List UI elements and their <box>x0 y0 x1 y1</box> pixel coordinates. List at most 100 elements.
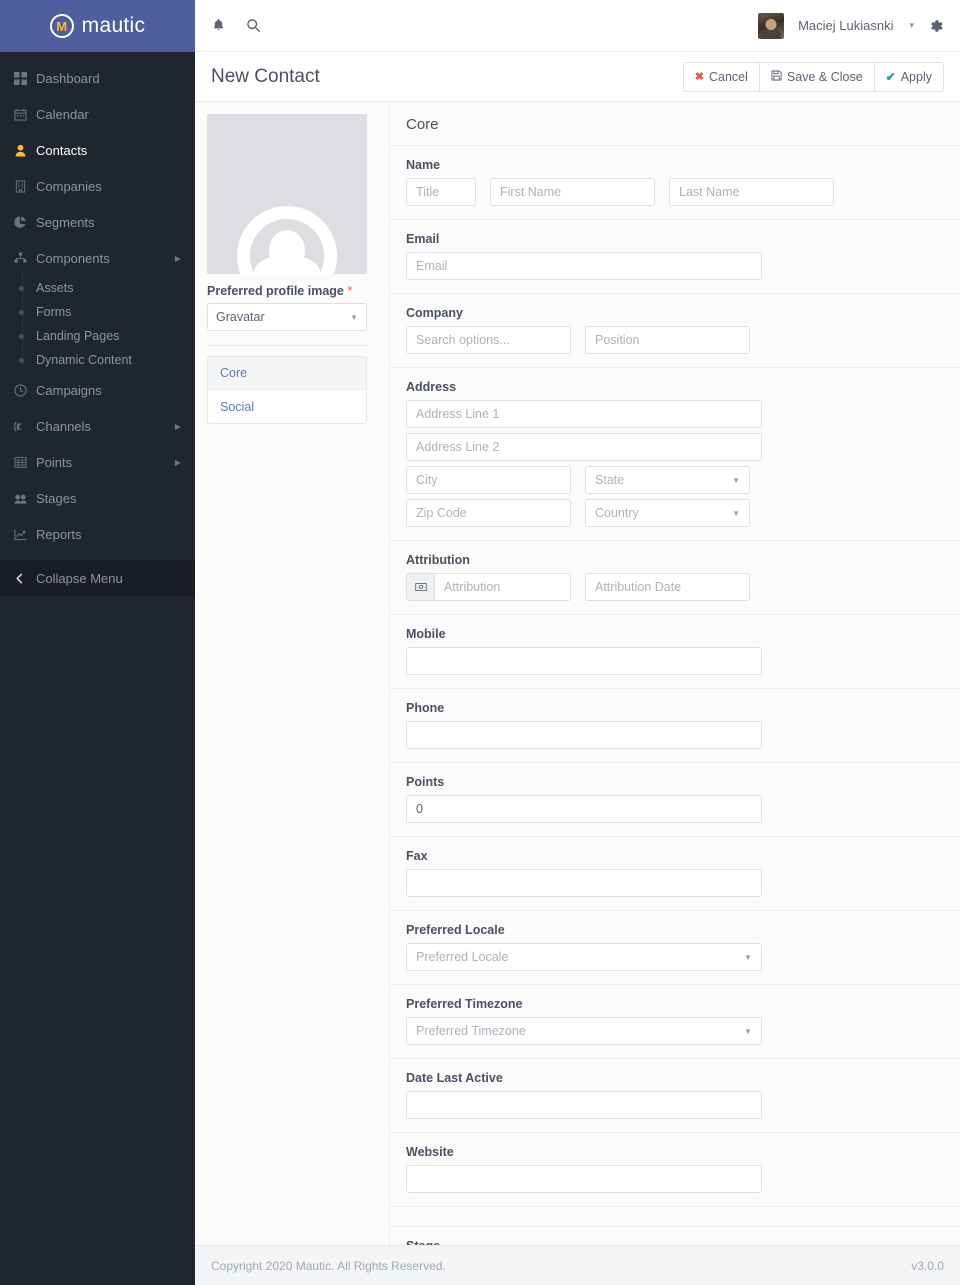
zip-country-row: Country ▼ <box>406 499 944 527</box>
sidebar-subitem-dynamic-content[interactable]: Dynamic Content <box>0 348 195 372</box>
topbar-user-menu[interactable]: Maciej Lukiasnki ▾ <box>758 12 944 39</box>
chevron-right-icon: ▶ <box>174 253 181 263</box>
calendar-icon <box>14 108 36 121</box>
attribution-input[interactable] <box>434 573 571 601</box>
page-header: New Contact ✖ Cancel Save & Close ✔ Appl… <box>195 52 960 102</box>
collapse-menu-button[interactable]: Collapse Menu <box>0 560 195 596</box>
sidebar-item-reports[interactable]: Reports <box>0 516 195 552</box>
field-group-stage: Stage Choose one... ▼ <box>390 1227 960 1245</box>
country-select[interactable]: Country ▼ <box>585 499 750 527</box>
contacts-icon <box>14 144 36 157</box>
company-inputs-row <box>406 326 944 354</box>
sidebar-item-label: Segments <box>36 214 95 230</box>
name-inputs-row <box>406 178 944 206</box>
preferred-timezone-label: Preferred Timezone <box>406 997 523 1011</box>
city-input[interactable] <box>406 466 571 494</box>
apply-button[interactable]: ✔ Apply <box>873 61 944 92</box>
chevron-down-icon: ▼ <box>350 312 358 322</box>
email-label: Email <box>406 232 440 246</box>
preferred-timezone-value: Preferred Timezone <box>416 1024 526 1038</box>
apply-button-label: Apply <box>900 69 932 84</box>
sidebar-item-label: Components <box>36 250 110 266</box>
sidebar-subitem-forms[interactable]: Forms <box>0 300 195 324</box>
tab-social[interactable]: Social <box>208 390 366 423</box>
field-group-preferred-locale: Preferred Locale Preferred Locale ▼ <box>390 911 960 985</box>
state-select[interactable]: State ▼ <box>585 466 750 494</box>
sidebar-subitem-label: Assets <box>36 281 74 295</box>
page-action-buttons: ✖ Cancel Save & Close ✔ Apply <box>682 61 944 92</box>
sidebar-item-components[interactable]: Components ▶ <box>0 240 195 276</box>
country-select-value: Country <box>595 506 639 520</box>
last-name-input[interactable] <box>669 178 834 206</box>
preferred-locale-select[interactable]: Preferred Locale ▼ <box>406 943 762 971</box>
sidebar-item-label: Companies <box>36 178 102 194</box>
tab-social-label: Social <box>220 399 255 414</box>
date-last-active-input[interactable] <box>406 1091 762 1119</box>
sidebar-subitem-label: Dynamic Content <box>36 353 132 367</box>
field-group-website: Website <box>390 1133 960 1207</box>
email-input[interactable] <box>406 252 762 280</box>
mobile-input[interactable] <box>406 647 762 675</box>
app-root: M mautic Dashboard Calendar Contacts Com… <box>0 0 960 1285</box>
preferred-profile-image-select[interactable]: Gravatar ▼ <box>207 303 367 331</box>
sidebar-item-stages[interactable]: Stages <box>0 480 195 516</box>
company-search-input[interactable] <box>406 326 571 354</box>
sidebar-item-channels[interactable]: Channels ▶ <box>0 408 195 444</box>
components-submenu: Assets Forms Landing Pages Dynamic Conte… <box>0 272 195 372</box>
field-group-points: Points <box>390 763 960 837</box>
attribution-date-input[interactable] <box>585 573 750 601</box>
brand-name: mautic <box>81 14 146 37</box>
dashboard-icon <box>14 71 36 85</box>
sidebar-item-dashboard[interactable]: Dashboard <box>0 60 195 96</box>
address-line-1-input[interactable] <box>406 400 762 428</box>
segments-icon <box>14 216 36 229</box>
preferred-timezone-select[interactable]: Preferred Timezone ▼ <box>406 1017 762 1045</box>
field-group-address: Address State ▼ Country <box>390 368 960 541</box>
gear-icon[interactable] <box>928 18 944 34</box>
sidebar-item-label: Channels <box>36 418 91 434</box>
campaigns-icon <box>14 383 36 397</box>
save-and-close-button[interactable]: Save & Close <box>758 61 875 92</box>
first-name-input[interactable] <box>490 178 655 206</box>
sidebar-item-segments[interactable]: Segments <box>0 204 195 240</box>
brand-logo-area[interactable]: M mautic <box>0 0 195 52</box>
sidebar-item-calendar[interactable]: Calendar <box>0 96 195 132</box>
required-marker: * <box>347 284 353 298</box>
city-state-row: State ▼ <box>406 466 944 494</box>
sidebar-subitem-assets[interactable]: Assets <box>0 276 195 300</box>
page-footer: Copyright 2020 Mautic. All Rights Reserv… <box>195 1245 960 1285</box>
zip-code-input[interactable] <box>406 499 571 527</box>
person-placeholder-icon <box>207 114 367 274</box>
copyright-text: Copyright 2020 Mautic. All Rights Reserv… <box>211 1258 446 1273</box>
cancel-button[interactable]: ✖ Cancel <box>682 61 760 92</box>
title-input[interactable] <box>406 178 476 206</box>
address-line-2-input[interactable] <box>406 433 762 461</box>
field-group-mobile: Mobile <box>390 615 960 689</box>
bell-icon[interactable] <box>211 18 226 33</box>
sidebar-item-contacts[interactable]: Contacts <box>0 132 195 168</box>
date-last-active-label: Date Last Active <box>406 1071 503 1085</box>
address-label: Address <box>406 380 457 394</box>
preferred-profile-image-label-text: Preferred profile image <box>207 284 344 298</box>
website-input[interactable] <box>406 1165 762 1193</box>
fax-label: Fax <box>406 849 428 863</box>
position-input[interactable] <box>585 326 750 354</box>
fax-input[interactable] <box>406 869 762 897</box>
attribution-input-group <box>406 573 571 601</box>
tab-core[interactable]: Core <box>208 357 366 390</box>
state-select-value: State <box>595 473 625 487</box>
sidebar-item-companies[interactable]: Companies <box>0 168 195 204</box>
tab-core-label: Core <box>220 366 248 380</box>
chevron-down-icon: ▼ <box>744 952 752 962</box>
sidebar-subitem-landing-pages[interactable]: Landing Pages <box>0 324 195 348</box>
sidebar-item-campaigns[interactable]: Campaigns <box>0 372 195 408</box>
search-icon[interactable] <box>246 18 261 33</box>
phone-label: Phone <box>406 701 445 715</box>
points-input[interactable] <box>406 795 762 823</box>
attribution-label: Attribution <box>406 553 470 567</box>
preferred-locale-label: Preferred Locale <box>406 923 505 937</box>
user-name: Maciej Lukiasnki <box>798 18 894 33</box>
phone-input[interactable] <box>406 721 762 749</box>
field-group-attribution: Attribution <box>390 541 960 615</box>
sidebar-item-points[interactable]: Points ▶ <box>0 444 195 480</box>
